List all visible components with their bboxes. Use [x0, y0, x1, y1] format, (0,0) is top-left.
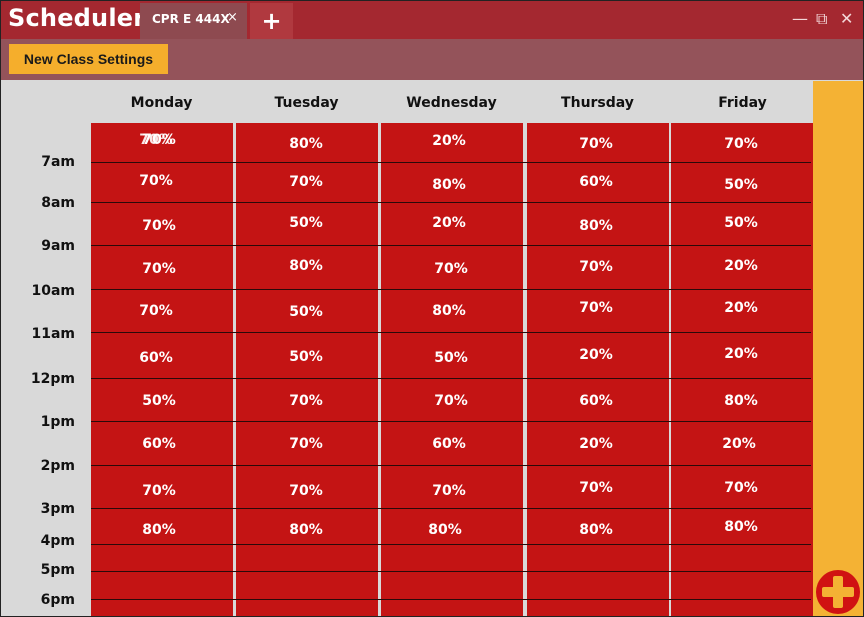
schedule-cell[interactable]: 80%	[266, 258, 346, 274]
restore-icon[interactable]: ⧉	[816, 10, 827, 28]
schedule-cell[interactable]: 70%	[701, 480, 781, 496]
schedule-cell[interactable]: 20%	[409, 215, 489, 231]
schedule-cell[interactable]: 70%	[556, 259, 636, 275]
day-header-tuesday: Tuesday	[274, 95, 339, 111]
time-label-1pm: 1pm	[40, 414, 75, 430]
time-label-9am: 9am	[41, 238, 75, 254]
schedule-cell[interactable]: 70%	[409, 483, 489, 499]
schedule-cell[interactable]: 20%	[701, 258, 781, 274]
time-label-7am: 7am	[41, 154, 75, 170]
app-title: Scheduler	[8, 4, 146, 32]
hour-line	[91, 378, 811, 379]
hour-line	[91, 508, 811, 509]
schedule-cell[interactable]: 70%	[556, 300, 636, 316]
schedule-cell[interactable]: 70%	[119, 132, 199, 148]
hour-line	[91, 544, 811, 545]
day-header-monday: Monday	[130, 95, 193, 111]
schedule-cell[interactable]: 80%	[119, 522, 199, 538]
schedule-cell[interactable]: 80%	[701, 393, 781, 409]
title-bar: Scheduler CPR E 444X × + — ⧉ ✕	[1, 1, 863, 39]
schedule-cell[interactable]: 70%	[266, 436, 346, 452]
schedule-cell[interactable]: 60%	[556, 174, 636, 190]
tab-label: CPR E 444X	[152, 12, 230, 26]
day-header-thursday: Thursday	[561, 95, 634, 111]
time-label-3pm: 3pm	[40, 501, 75, 517]
schedule-cell[interactable]: 80%	[556, 522, 636, 538]
new-class-settings-button[interactable]: New Class Settings	[9, 44, 168, 74]
schedule-cell[interactable]: 80%	[266, 522, 346, 538]
day-column-thursday[interactable]	[527, 123, 669, 616]
hour-line	[91, 465, 811, 466]
schedule-cell[interactable]: 50%	[266, 215, 346, 231]
plus-circle-icon-bar	[822, 587, 854, 597]
schedule-cell[interactable]: 70%	[411, 393, 491, 409]
time-label-4pm: 4pm	[40, 533, 75, 549]
schedule-cell[interactable]: 80%	[701, 519, 781, 535]
schedule-cell[interactable]: 70%	[119, 218, 199, 234]
time-label-5pm: 5pm	[40, 562, 75, 578]
hour-line	[91, 332, 811, 333]
hour-line	[91, 245, 811, 246]
schedule-cell[interactable]: 20%	[556, 347, 636, 363]
schedule-cell[interactable]: 70%	[556, 480, 636, 496]
schedule-cell[interactable]: 20%	[701, 346, 781, 362]
time-label-12pm: 12pm	[30, 371, 75, 387]
minimize-icon[interactable]: —	[792, 10, 808, 28]
schedule-cell[interactable]: 70%	[119, 483, 199, 499]
hour-line	[91, 421, 811, 422]
day-header-wednesday: Wednesday	[406, 95, 497, 111]
schedule-cell[interactable]: 80%	[405, 522, 485, 538]
schedule-cell[interactable]: 70%	[119, 261, 199, 277]
time-label-8am: 8am	[41, 195, 75, 211]
close-icon[interactable]: ✕	[840, 10, 853, 28]
time-label-10am: 10am	[31, 283, 75, 299]
schedule-cell[interactable]: 20%	[699, 436, 779, 452]
new-tab-button[interactable]: +	[250, 3, 293, 39]
schedule-cell[interactable]: 60%	[119, 436, 199, 452]
hour-line	[91, 599, 811, 600]
schedule-cell[interactable]: 80%	[266, 136, 346, 152]
schedule-cell[interactable]: 50%	[701, 215, 781, 231]
schedule-cell[interactable]: 50%	[701, 177, 781, 193]
schedule-cell[interactable]: 50%	[266, 304, 346, 320]
schedule-cell[interactable]: 50%	[119, 393, 199, 409]
tab-close-icon[interactable]: ×	[227, 10, 238, 25]
time-label-6pm: 6pm	[40, 592, 75, 608]
schedule-cell[interactable]: 70%	[411, 261, 491, 277]
schedule-cell[interactable]: 70%	[266, 483, 346, 499]
schedule-cell[interactable]: 60%	[409, 436, 489, 452]
schedule-cell[interactable]: 60%	[116, 350, 196, 366]
schedule-cell[interactable]: 70%	[266, 174, 346, 190]
time-label-11am: 11am	[31, 326, 75, 342]
time-label-2pm: 2pm	[40, 458, 75, 474]
hour-line	[91, 571, 811, 572]
schedule-cell[interactable]: 50%	[266, 349, 346, 365]
hour-line	[91, 289, 811, 290]
toolbar: New Class Settings	[1, 39, 863, 80]
schedule-cell[interactable]: 80%	[409, 303, 489, 319]
schedule-cell[interactable]: 80%	[409, 177, 489, 193]
day-header-friday: Friday	[718, 95, 767, 111]
day-column-friday[interactable]	[671, 123, 813, 616]
schedule-cell[interactable]: 70%	[701, 136, 781, 152]
schedule-cell[interactable]: 50%	[411, 350, 491, 366]
schedule-cell[interactable]: 70%	[266, 393, 346, 409]
scheduler-window: Scheduler CPR E 444X × + — ⧉ ✕ New Class…	[0, 0, 864, 617]
add-class-button[interactable]	[816, 570, 860, 614]
hour-line	[91, 202, 811, 203]
schedule-cell[interactable]: 60%	[556, 393, 636, 409]
day-column-tuesday[interactable]	[236, 123, 378, 616]
day-column-monday[interactable]	[91, 123, 233, 616]
schedule-cell[interactable]: 20%	[409, 133, 489, 149]
schedule-cell[interactable]: 20%	[556, 436, 636, 452]
schedule-cell[interactable]: 70%	[116, 303, 196, 319]
day-column-wednesday[interactable]	[381, 123, 523, 616]
side-panel	[813, 81, 863, 616]
schedule-cell[interactable]: 70%	[556, 136, 636, 152]
schedule-cell[interactable]: 80%	[556, 218, 636, 234]
tab-cpre-444x[interactable]: CPR E 444X ×	[140, 3, 247, 39]
schedule-cell[interactable]: 70%	[116, 173, 196, 189]
schedule-cell[interactable]: 20%	[701, 300, 781, 316]
hour-line	[91, 162, 811, 163]
